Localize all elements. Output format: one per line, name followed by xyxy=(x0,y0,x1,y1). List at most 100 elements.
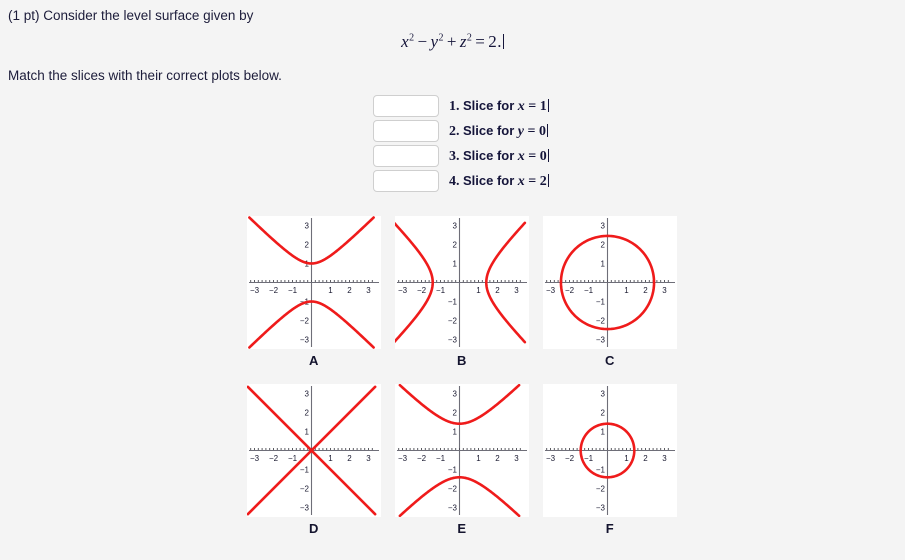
svg-text:−3: −3 xyxy=(300,336,310,345)
answer-input-4[interactable] xyxy=(373,170,439,192)
svg-text:2: 2 xyxy=(495,454,500,463)
svg-text:−1: −1 xyxy=(436,286,446,295)
plot-canvas-e: −3 −2 −1 1 2 3 −3 −2 −1 1 2 3 xyxy=(397,384,527,517)
svg-text:1: 1 xyxy=(453,260,458,269)
svg-text:−2: −2 xyxy=(448,485,458,494)
text-caret xyxy=(547,173,549,187)
svg-text:2: 2 xyxy=(305,409,310,418)
svg-text:1: 1 xyxy=(328,454,333,463)
answer-equals-3: = xyxy=(528,148,537,164)
answer-value-2: 0 xyxy=(539,123,546,139)
plot-cell-d[interactable]: −3 −2 −1 1 2 3 −3 −2 −1 1 2 3 D xyxy=(246,384,382,536)
answer-row: 1. Slice for x = 1 xyxy=(373,94,549,118)
plot-cell-b[interactable]: −3 −2 −1 1 2 3 −3 −2 −1 1 2 3 B xyxy=(394,216,530,368)
plot-figure-c[interactable]: −3 −2 −1 1 2 3 −3 −2 −1 1 2 3 xyxy=(543,216,677,349)
answer-equals-4: = xyxy=(528,173,537,189)
plot-canvas-c: −3 −2 −1 1 2 3 −3 −2 −1 1 2 3 xyxy=(545,218,675,347)
svg-text:−1: −1 xyxy=(288,454,298,463)
svg-text:−2: −2 xyxy=(448,317,458,326)
svg-text:2: 2 xyxy=(495,286,500,295)
plot-label-b: B xyxy=(457,353,467,368)
problem-statement-intro: (1 pt) Consider the level surface given … xyxy=(8,8,254,23)
plot-figure-a[interactable]: −3 −2 −1 1 2 3 −3 −2 −1 1 2 3 xyxy=(247,216,381,349)
svg-text:1: 1 xyxy=(305,428,310,437)
equation-right-hand-side: 2. xyxy=(488,32,502,51)
answer-slice-text-4: Slice for xyxy=(463,172,515,188)
plot-figure-b[interactable]: −3 −2 −1 1 2 3 −3 −2 −1 1 2 3 xyxy=(395,216,529,349)
answer-row: 2. Slice for y = 0 xyxy=(373,119,549,143)
svg-text:−2: −2 xyxy=(300,485,310,494)
text-caret xyxy=(547,123,548,137)
svg-text:−3: −3 xyxy=(448,336,458,345)
plot-cell-e[interactable]: −3 −2 −1 1 2 3 −3 −2 −1 1 2 3 E xyxy=(394,384,530,536)
plot-cell-a[interactable]: −3 −2 −1 1 2 3 −3 −2 −1 1 2 3 A xyxy=(246,216,382,368)
answer-input-1[interactable] xyxy=(373,95,439,117)
answer-label-4: 4. Slice for x = 2 xyxy=(449,173,549,190)
svg-text:−2: −2 xyxy=(417,286,427,295)
answer-number-2: 2. xyxy=(449,123,460,139)
svg-text:−1: −1 xyxy=(448,466,458,475)
svg-text:−3: −3 xyxy=(596,504,606,513)
answer-label-1: 1. Slice for x = 1 xyxy=(449,98,549,115)
equation-minus-operator: − xyxy=(417,32,428,51)
answer-number-1: 1. xyxy=(449,98,460,114)
plot-label-a: A xyxy=(309,353,319,368)
svg-text:3: 3 xyxy=(514,286,519,295)
answer-value-4: 2 xyxy=(539,173,547,189)
plot-label-c: C xyxy=(605,353,615,368)
answer-row: 4. Slice for x = 2 xyxy=(373,169,549,193)
svg-text:−2: −2 xyxy=(596,485,606,494)
svg-text:3: 3 xyxy=(366,286,371,295)
svg-text:3: 3 xyxy=(601,222,606,231)
svg-text:−3: −3 xyxy=(398,286,408,295)
plot-figure-e[interactable]: −3 −2 −1 1 2 3 −3 −2 −1 1 2 3 xyxy=(395,384,529,517)
svg-text:3: 3 xyxy=(662,454,667,463)
answer-number-4: 4. xyxy=(449,173,460,189)
svg-text:3: 3 xyxy=(514,454,519,463)
plot-cell-c[interactable]: −3 −2 −1 1 2 3 −3 −2 −1 1 2 3 C xyxy=(542,216,678,368)
answer-number-3: 3. xyxy=(449,148,460,164)
svg-text:3: 3 xyxy=(305,390,310,399)
svg-text:−2: −2 xyxy=(565,286,575,295)
answer-value-3: 0 xyxy=(539,148,547,164)
svg-text:−2: −2 xyxy=(269,454,279,463)
answer-slice-text-2: Slice for xyxy=(463,122,515,138)
answer-label-2: 2. Slice for y = 0 xyxy=(449,123,548,140)
svg-text:−1: −1 xyxy=(300,466,310,475)
equation-plus-operator: + xyxy=(446,32,457,51)
svg-text:2: 2 xyxy=(601,241,606,250)
svg-text:−2: −2 xyxy=(269,286,279,295)
answer-input-2[interactable] xyxy=(373,120,439,142)
plot-cell-f[interactable]: −3 −2 −1 1 2 3 −3 −2 −1 1 2 3 F xyxy=(542,384,678,536)
plot-label-f: F xyxy=(605,521,615,536)
svg-text:2: 2 xyxy=(453,409,458,418)
answer-slice-text-1: Slice for xyxy=(463,97,515,113)
answer-label-3: 3. Slice for x = 0 xyxy=(449,148,549,165)
svg-text:−3: −3 xyxy=(448,504,458,513)
answer-input-3[interactable] xyxy=(373,145,439,167)
svg-text:−3: −3 xyxy=(250,454,260,463)
svg-text:3: 3 xyxy=(453,390,458,399)
svg-text:1: 1 xyxy=(624,454,629,463)
answer-equals-2: = xyxy=(527,123,536,139)
svg-text:1: 1 xyxy=(601,260,606,269)
answer-variable-1: x xyxy=(517,98,525,114)
svg-text:2: 2 xyxy=(347,454,352,463)
plot-figure-f[interactable]: −3 −2 −1 1 2 3 −3 −2 −1 1 2 3 xyxy=(543,384,677,517)
svg-text:3: 3 xyxy=(453,222,458,231)
svg-text:−1: −1 xyxy=(596,466,606,475)
svg-text:2: 2 xyxy=(305,241,310,250)
equation-equals-sign: = xyxy=(475,32,486,51)
svg-text:1: 1 xyxy=(601,428,606,437)
svg-text:1: 1 xyxy=(624,286,629,295)
plot-figure-d[interactable]: −3 −2 −1 1 2 3 −3 −2 −1 1 2 3 xyxy=(247,384,381,517)
answer-list: 1. Slice for x = 1 2. Slice for y = 0 3.… xyxy=(373,94,549,194)
text-caret xyxy=(547,98,549,112)
svg-text:−3: −3 xyxy=(300,504,310,513)
text-caret xyxy=(547,148,549,162)
answer-variable-2: y xyxy=(517,123,525,139)
equation-term-z: z xyxy=(459,32,467,51)
svg-text:1: 1 xyxy=(453,428,458,437)
svg-text:−1: −1 xyxy=(436,454,446,463)
plot-label-e: E xyxy=(457,521,467,536)
